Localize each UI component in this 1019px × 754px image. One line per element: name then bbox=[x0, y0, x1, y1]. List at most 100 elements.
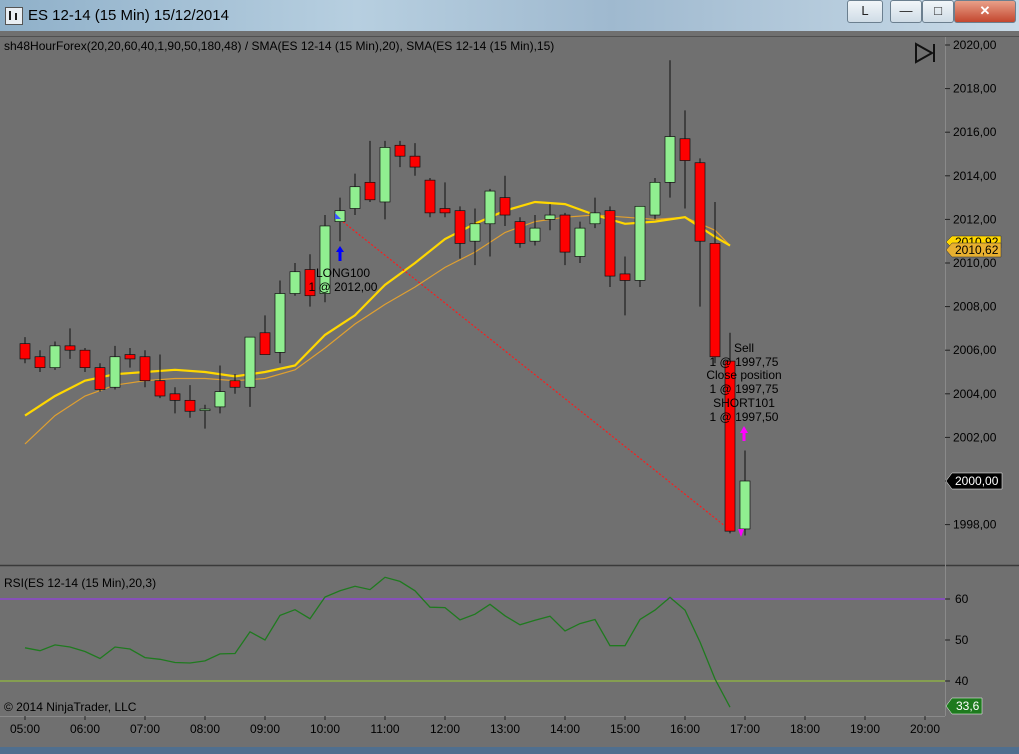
time-tick-label-5: 10:00 bbox=[310, 722, 340, 736]
candle-2 bbox=[49, 341, 61, 370]
candle-body bbox=[544, 214, 556, 220]
candle-body bbox=[79, 349, 91, 368]
candle-44 bbox=[679, 110, 691, 209]
candle-body bbox=[469, 223, 481, 242]
close-button[interactable]: ✕ bbox=[954, 0, 1016, 23]
price-tick-label-2: 2016,00 bbox=[953, 125, 997, 139]
candle-16 bbox=[259, 315, 271, 355]
short-entry-price: 1 @ 1997,50 bbox=[710, 410, 779, 424]
candle-1 bbox=[34, 350, 46, 372]
candle-body bbox=[484, 190, 496, 225]
candle-body bbox=[34, 356, 46, 368]
candle-36 bbox=[559, 212, 571, 266]
candlestick-series[interactable] bbox=[19, 60, 751, 536]
candle-18 bbox=[289, 263, 301, 296]
trade-line bbox=[339, 218, 731, 531]
candle-15 bbox=[244, 336, 256, 407]
sell-price: 1 @ 1997,75 bbox=[710, 355, 779, 369]
candle-body bbox=[439, 208, 451, 214]
window-titlebar: ES 12-14 (15 Min) 15/12/2014 L — □ ✕ bbox=[0, 0, 1019, 31]
candle-33 bbox=[514, 217, 526, 248]
candle-body bbox=[604, 210, 616, 277]
candle-body bbox=[19, 343, 31, 360]
candle-24 bbox=[379, 140, 391, 220]
minimize-button[interactable]: — bbox=[890, 0, 922, 23]
candle-body bbox=[529, 227, 541, 242]
candle-body bbox=[679, 138, 691, 161]
candle-30 bbox=[469, 208, 481, 266]
candle-43 bbox=[664, 60, 676, 198]
sma15-line bbox=[24, 214, 731, 445]
exit-marker-icon bbox=[738, 529, 744, 537]
time-tick-label-10: 15:00 bbox=[610, 722, 640, 736]
candle-12 bbox=[199, 404, 211, 429]
time-tick-label-6: 11:00 bbox=[370, 722, 399, 736]
rsi-axis[interactable]: 60 50 40 bbox=[945, 592, 969, 688]
candle-35 bbox=[544, 204, 556, 231]
time-tick-label-4: 09:00 bbox=[250, 722, 280, 736]
candle-body bbox=[364, 181, 376, 201]
candle-body bbox=[739, 480, 751, 530]
rsi-value-box: 33,6 bbox=[945, 697, 983, 715]
candle-body bbox=[574, 227, 586, 257]
time-tick-label-13: 18:00 bbox=[790, 722, 820, 736]
time-tick-label-9: 14:00 bbox=[550, 722, 580, 736]
time-tick-label-15: 20:00 bbox=[910, 722, 940, 736]
candle-body bbox=[289, 271, 301, 294]
candle-body bbox=[424, 179, 436, 214]
candle-5 bbox=[94, 363, 106, 392]
time-axis[interactable]: 05:00 06:00 07:00 08:00 09:00 10:00 11:00 12:00… bbox=[10, 716, 940, 736]
candle-body bbox=[64, 345, 76, 351]
candle-46 bbox=[709, 201, 721, 364]
rsi-line bbox=[24, 576, 731, 708]
scroll-to-end-icon[interactable] bbox=[915, 42, 935, 64]
current-price-box: 2000,00 bbox=[945, 472, 1003, 490]
rsi-tick-label-1: 50 bbox=[955, 633, 969, 647]
chart-area[interactable]: 2020,00 2018,00 2016,00 2014,00 2012,00 2010,… bbox=[0, 31, 1019, 754]
price-axis[interactable]: 2020,00 2018,00 2016,00 2014,00 2012,00 2010,… bbox=[945, 38, 997, 532]
maximize-button[interactable]: □ bbox=[922, 0, 954, 23]
candle-body bbox=[259, 332, 271, 355]
candle-body bbox=[649, 181, 661, 216]
chart-canvas[interactable]: 2020,00 2018,00 2016,00 2014,00 2012,00 2010,… bbox=[0, 31, 1019, 754]
rsi-header: RSI(ES 12-14 (15 Min),20,3) bbox=[4, 576, 156, 590]
candle-41 bbox=[634, 205, 646, 287]
candle-40 bbox=[619, 256, 631, 316]
price-tick-label-7: 2006,00 bbox=[953, 343, 997, 357]
candle-25 bbox=[394, 140, 406, 168]
price-tick-label-8: 2004,00 bbox=[953, 387, 997, 401]
time-tick-label-8: 13:00 bbox=[490, 722, 520, 736]
time-tick-label-3: 08:00 bbox=[190, 722, 220, 736]
rsi-series bbox=[24, 576, 731, 708]
candle-34 bbox=[529, 215, 541, 246]
candle-body bbox=[109, 356, 121, 388]
candle-48 bbox=[739, 450, 751, 536]
time-tick-label-2: 07:00 bbox=[130, 722, 160, 736]
long-entry-price: 1 @ 2012,00 bbox=[309, 280, 378, 294]
candle-17 bbox=[274, 280, 286, 364]
candle-body bbox=[694, 162, 706, 242]
candle-32 bbox=[499, 175, 511, 226]
close-position-label: Close position bbox=[706, 368, 781, 382]
time-tick-label-7: 12:00 bbox=[430, 722, 460, 736]
candle-body bbox=[619, 273, 631, 281]
candle-45 bbox=[694, 158, 706, 307]
candle-body bbox=[589, 212, 601, 225]
candle-body bbox=[394, 144, 406, 157]
candle-27 bbox=[424, 177, 436, 218]
candle-body bbox=[499, 197, 511, 216]
candle-21 bbox=[334, 197, 346, 242]
trade-connector bbox=[339, 218, 731, 531]
candle-body bbox=[349, 186, 361, 209]
candle-39 bbox=[604, 206, 616, 287]
candle-body bbox=[454, 210, 466, 244]
current-price-label: 2000,00 bbox=[955, 474, 999, 488]
candle-22 bbox=[349, 173, 361, 216]
time-tick-label-12: 17:00 bbox=[730, 722, 760, 736]
rsi-value-label: 33,6 bbox=[956, 699, 980, 713]
candle-11 bbox=[184, 385, 196, 418]
price-tick-label-1: 2018,00 bbox=[953, 82, 997, 96]
candle-body bbox=[409, 155, 421, 168]
candle-0 bbox=[19, 337, 31, 364]
account-link-button[interactable]: L bbox=[847, 0, 883, 23]
